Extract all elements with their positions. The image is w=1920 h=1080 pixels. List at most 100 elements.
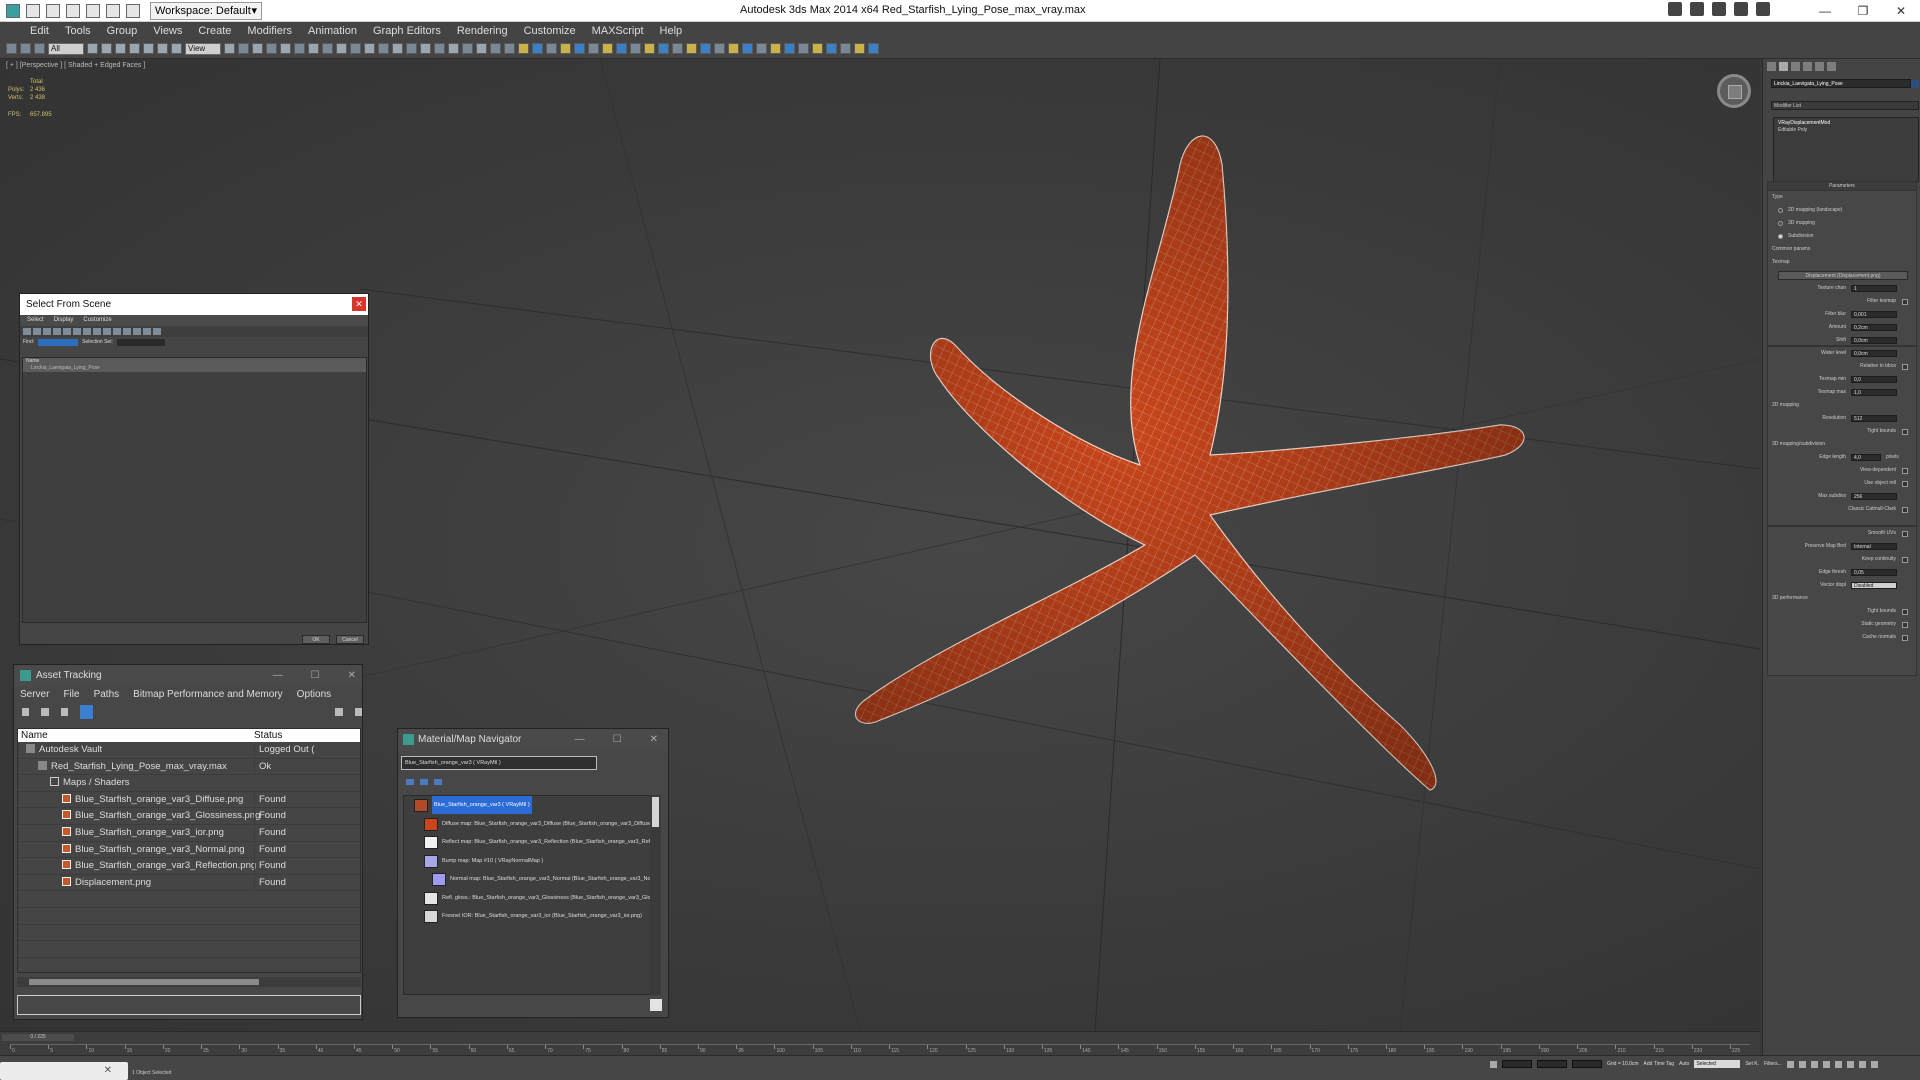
- vray-sky-icon[interactable]: [546, 43, 557, 54]
- close-icon[interactable]: ✕: [650, 729, 658, 751]
- vray-displacement-icon[interactable]: [658, 43, 669, 54]
- filter-helpers-icon[interactable]: [63, 328, 71, 335]
- mirror-icon[interactable]: [336, 43, 347, 54]
- vray-toolbar-10-icon[interactable]: [812, 43, 823, 54]
- material-navigator-titlebar[interactable]: Material/Map Navigator — ☐ ✕: [398, 729, 668, 751]
- filter-spacewarps-icon[interactable]: [73, 328, 81, 335]
- refresh-icon[interactable]: [22, 708, 30, 716]
- view-list-icon[interactable]: [406, 779, 414, 785]
- maxscript-listener-mini[interactable]: ✕: [0, 1062, 128, 1080]
- sfs-menu-select[interactable]: Select: [27, 315, 44, 326]
- maximize-icon[interactable]: ☐: [311, 665, 320, 687]
- edge-thresh-field[interactable]: 0,05: [1851, 569, 1897, 576]
- vray-sun-icon[interactable]: [532, 43, 543, 54]
- checkout-icon[interactable]: [41, 708, 49, 716]
- render-setup-icon[interactable]: [448, 43, 459, 54]
- texmap-min-field[interactable]: 0,0: [1851, 376, 1897, 383]
- vray-physical-camera-icon[interactable]: [616, 43, 627, 54]
- link-icon[interactable]: [6, 43, 17, 54]
- type-3d-radio[interactable]: [1778, 221, 1783, 226]
- move-icon[interactable]: [143, 43, 154, 54]
- select-from-scene-titlebar[interactable]: Select From Scene ✕: [20, 294, 368, 315]
- key-filter-dropdown[interactable]: Selected: [1694, 1060, 1741, 1068]
- material-name-field[interactable]: Blue_Starfish_orange_var3 ( VRayMtl ): [401, 756, 597, 770]
- menu-help[interactable]: Help: [660, 25, 683, 37]
- menu-maxscript[interactable]: MAXScript: [592, 25, 644, 37]
- filter-groups-icon[interactable]: [83, 328, 91, 335]
- filter-texmap-checkbox[interactable]: [1902, 299, 1908, 305]
- modifier-stack-item[interactable]: VRayDisplacementMod: [1778, 120, 1914, 127]
- scrollbar-thumb[interactable]: [29, 979, 259, 985]
- menu-modifiers[interactable]: Modifiers: [247, 25, 292, 37]
- tight-bounds-checkbox[interactable]: [1902, 429, 1908, 435]
- cancel-button[interactable]: Cancel: [336, 635, 364, 644]
- vray-plane-icon[interactable]: [560, 43, 571, 54]
- previous-frame-icon[interactable]: [1798, 1060, 1806, 1068]
- vray-toolbar-5-icon[interactable]: [742, 43, 753, 54]
- go-to-end-icon[interactable]: [1834, 1060, 1842, 1068]
- type-subdivision-radio[interactable]: [1778, 234, 1783, 239]
- pivot-icon[interactable]: [224, 43, 235, 54]
- filters-button[interactable]: Filters...: [1764, 1061, 1782, 1067]
- amount-field[interactable]: 0,2cm: [1851, 324, 1897, 331]
- filter-blur-field[interactable]: 0,001: [1851, 311, 1897, 318]
- rotate-icon[interactable]: [157, 43, 168, 54]
- vray-override-icon[interactable]: [672, 43, 683, 54]
- filter-geometry-icon[interactable]: [23, 328, 31, 335]
- close-icon[interactable]: ✕: [352, 297, 366, 311]
- time-ruler[interactable]: 0 5 10 15 20 25 30 35 40 45 50 55 60 65 70 75 80 85 90 95 10…: [10, 1044, 1750, 1054]
- menu-graph-editors[interactable]: Graph Editors: [373, 25, 441, 37]
- viewcube-icon[interactable]: [1717, 74, 1751, 108]
- curve-editor-icon[interactable]: [406, 43, 417, 54]
- y-coordinate-field[interactable]: [1537, 1060, 1567, 1068]
- modify-tab-icon[interactable]: [1779, 62, 1788, 71]
- menu-rendering[interactable]: Rendering: [457, 25, 508, 37]
- shift-field[interactable]: 0,0cm: [1851, 337, 1897, 344]
- menu-views[interactable]: Views: [153, 25, 182, 37]
- name-column-header[interactable]: Name: [23, 358, 366, 365]
- view-icons-icon[interactable]: [420, 779, 428, 785]
- reference-coordinate-dropdown[interactable]: View: [185, 42, 221, 55]
- vray-toolbar-14-icon[interactable]: [868, 43, 879, 54]
- undo-icon[interactable]: [86, 3, 100, 18]
- resize-grip[interactable]: [650, 999, 662, 1011]
- table-row[interactable]: Autodesk Vault Logged Out (: [18, 742, 360, 759]
- material-tree-node[interactable]: Refl. gloss.: Blue_Starfish_orange_var3_…: [404, 889, 660, 908]
- vray-toolbar-12-icon[interactable]: [840, 43, 851, 54]
- texmap-button[interactable]: Displacement (Displacement.png): [1778, 271, 1908, 280]
- maximize-icon[interactable]: ☐: [613, 729, 622, 751]
- star-icon[interactable]: [1734, 2, 1748, 16]
- texture-chan-field[interactable]: 1: [1851, 285, 1897, 292]
- find-input[interactable]: [38, 338, 79, 346]
- menu-animation[interactable]: Animation: [308, 25, 357, 37]
- tools-icon[interactable]: [1712, 2, 1726, 16]
- vray-toolbar-8-icon[interactable]: [784, 43, 795, 54]
- status-column-header[interactable]: Status: [254, 729, 282, 742]
- pan-icon[interactable]: [1858, 1060, 1866, 1068]
- keyboard-shortcut-icon[interactable]: [252, 43, 263, 54]
- table-row[interactable]: Displacement.png Found: [18, 874, 360, 892]
- relative-bbox-checkbox[interactable]: [1902, 364, 1908, 370]
- table-row[interactable]: Blue_Starfish_orange_var3_Diffuse.png Fou…: [18, 791, 360, 809]
- menu-customize[interactable]: Customize: [524, 25, 576, 37]
- time-slider[interactable]: 0 / 225: [2, 1034, 74, 1041]
- filter-cameras-icon[interactable]: [53, 328, 61, 335]
- object-name-field[interactable]: Linckia_Laevigata_Lying_Pose: [1771, 79, 1911, 88]
- workspace-dropdown[interactable]: Workspace: Default ▾: [150, 1, 262, 20]
- lock-icon[interactable]: [1490, 1060, 1497, 1068]
- at-menu-paths[interactable]: Paths: [94, 687, 120, 703]
- table-row[interactable]: Maps / Shaders: [18, 775, 360, 792]
- texmap-max-field[interactable]: 1,0: [1851, 389, 1897, 396]
- type-2d-radio[interactable]: [1778, 208, 1783, 213]
- minimize-icon[interactable]: —: [575, 729, 585, 751]
- material-tree-node[interactable]: Diffuse map: Blue_Starfish_orange_var3_D…: [404, 815, 660, 834]
- vray-mtl-icon[interactable]: [602, 43, 613, 54]
- table-row[interactable]: Blue_Starfish_orange_var3_ior.png Found: [18, 824, 360, 842]
- select-manipulate-icon[interactable]: [238, 43, 249, 54]
- at-menu-server[interactable]: Server: [20, 687, 49, 703]
- vray-fur-icon[interactable]: [588, 43, 599, 54]
- viewport-label[interactable]: [ + ] [Perspective ] [ Shaded + Edged Fa…: [6, 62, 145, 69]
- binoculars-icon[interactable]: [1690, 2, 1704, 16]
- display-hierarchy-icon[interactable]: [153, 328, 161, 335]
- select-by-name-icon[interactable]: [101, 43, 112, 54]
